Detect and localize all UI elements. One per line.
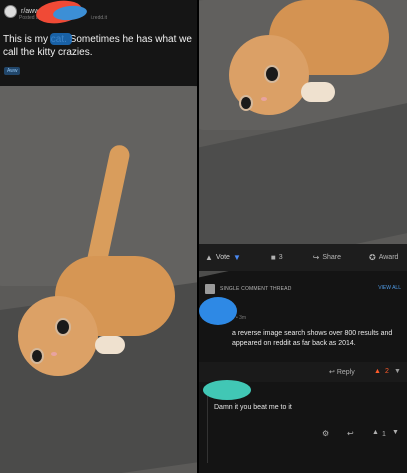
comment-text: a reverse image search shows over 800 re… [232,330,393,347]
post-action-bar: ▲ Vote ▼ ■ 3 ↪ Share ✪ Award [199,244,407,271]
comment-score: 2 [385,368,389,375]
redaction-scribble [199,297,237,325]
comment-score: 1 [382,431,386,438]
downvote-icon[interactable]: ▼ [392,429,399,436]
settings-icon[interactable]: ⚙ [322,429,329,438]
single-thread-header: SINGLE COMMENT THREAD [205,284,405,294]
award-button[interactable]: ✪ Award [369,253,398,262]
post-panel: r/aww Posted by i.redd.it This is my cat… [0,0,197,473]
cat-paw [95,336,125,354]
cat-eye [55,318,71,336]
comments-panel: ▲ Vote ▼ ■ 3 ↪ Share ✪ Award SINGLE COMM… [199,0,407,473]
single-thread-label: SINGLE COMMENT THREAD [220,286,292,292]
cat-paw [301,82,335,102]
share-button[interactable]: ↪ Share [313,253,341,262]
post-header: r/aww Posted by i.redd.it This is my cat… [0,0,197,86]
upvote-icon[interactable]: ▲ [205,253,213,262]
downvote-icon[interactable]: ▼ [394,368,401,375]
cat-nose [261,97,267,101]
post-image[interactable] [0,86,197,473]
comment-action-bar: ↩ Reply ▲ 2 ▼ [199,362,407,382]
reply-label: Reply [336,369,355,376]
view-all-link[interactable]: VIEW ALL [378,285,401,291]
reply-button[interactable]: ↩ Reply [329,368,355,376]
post-domain[interactable]: i.redd.it [91,15,107,21]
cat-eye [264,65,280,83]
share-icon: ↪ [312,253,320,262]
comment-meta: • 3m [236,315,247,321]
post-title[interactable]: This is my cat. Sometimes he has what we… [3,33,193,59]
reply-icon: ↩ [329,369,337,376]
comment-text: Damn it you beat me to it [214,404,292,411]
cat-eye [239,95,253,111]
redaction-scribble [50,33,72,45]
subreddit-icon [4,5,17,18]
post-image-crop[interactable] [199,0,407,280]
cat-nose [51,352,57,356]
upvote-icon[interactable]: ▲ [372,429,379,436]
thread-icon [205,284,215,294]
comments-button[interactable]: ■ 3 [271,253,283,262]
downvote-icon[interactable]: ▼ [233,253,241,262]
vote-label: Vote [215,254,230,261]
award-icon: ✪ [369,253,376,262]
cat-eye [30,348,44,364]
comment-icon: ■ [270,253,276,262]
vote-control[interactable]: ▲ Vote ▼ [205,253,241,262]
post-flair[interactable]: Aww [4,67,21,75]
comment-count: 3 [278,254,283,261]
cat-head [18,296,98,376]
share-label: Share [322,254,341,261]
comment-action-bar: ⚙ ↩ ▲ 1 ▼ [199,426,407,444]
redaction-scribble [203,380,251,400]
reply-icon[interactable]: ↩ [347,429,354,438]
award-label: Award [378,254,399,261]
upvote-icon[interactable]: ▲ [374,368,381,375]
